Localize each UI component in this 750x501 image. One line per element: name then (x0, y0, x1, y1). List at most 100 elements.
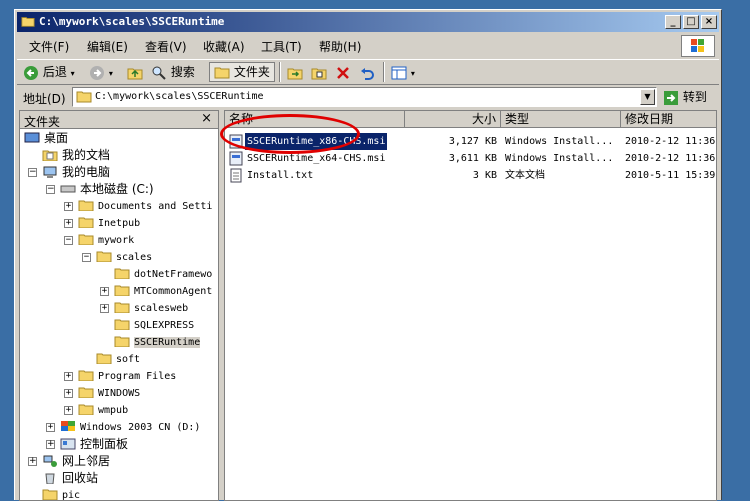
toolbar-separator (279, 62, 281, 82)
go-button[interactable]: 转到 (663, 88, 717, 106)
tree-item-drive-d[interactable]: + Windows 2003 CN (D:) (42, 419, 200, 436)
search-button[interactable]: 搜索 (151, 62, 195, 82)
search-icon (152, 66, 166, 80)
tree-item-recycle-bin[interactable]: 回收站 (42, 470, 98, 487)
file-date: 2010-2-12 11:36 (625, 136, 716, 147)
address-input[interactable]: C:\mywork\scales\SSCERuntime ▼ (72, 87, 657, 107)
collapse-toggle[interactable]: − (64, 236, 73, 245)
folder-icon (78, 217, 94, 228)
back-arrow-icon (24, 65, 38, 80)
close-button[interactable]: × (701, 15, 717, 29)
expand-toggle[interactable]: + (64, 372, 73, 381)
network-icon (43, 455, 57, 467)
folder-icon (78, 370, 94, 381)
file-row[interactable]: SSCERuntime_x64-CHS.msi 3,611 KB Windows… (225, 150, 716, 167)
tree-item-inetpub[interactable]: + Inetpub (60, 215, 140, 232)
tree-item-my-computer[interactable]: − 我的电脑 (24, 164, 110, 181)
tree-item-local-disk-c[interactable]: − 本地磁盘 (C:) (42, 181, 154, 198)
forward-button[interactable]: ▾ (89, 62, 113, 82)
folders-button[interactable]: 文件夹 (209, 62, 275, 82)
tree-item-windows[interactable]: + WINDOWS (60, 385, 140, 402)
file-row[interactable]: Install.txt 3 KB 文本文档 2010-5-11 15:39 (225, 167, 716, 184)
delete-button[interactable] (335, 62, 351, 82)
file-type: Windows Install... (505, 153, 614, 164)
file-name: SSCERuntime_x86-CHS.msi (245, 133, 388, 150)
maximize-button[interactable]: □ (683, 15, 699, 29)
address-dropdown-button[interactable]: ▼ (640, 89, 655, 105)
tree-item-network-places[interactable]: + 网上邻居 (24, 453, 110, 470)
expand-toggle[interactable]: + (28, 457, 37, 466)
expand-toggle[interactable]: + (64, 389, 73, 398)
tree-item-sscerruntime-selected[interactable]: SSCERuntime (114, 334, 201, 351)
collapse-toggle[interactable]: − (46, 185, 55, 194)
expand-toggle[interactable]: + (64, 406, 73, 415)
folder-icon (114, 268, 130, 279)
undo-icon (361, 67, 374, 80)
expand-toggle[interactable]: + (64, 202, 73, 211)
column-header-size[interactable]: 大小 (405, 111, 501, 128)
column-header-name[interactable]: 名称 (225, 111, 405, 128)
column-header-date[interactable]: 修改日期 (621, 111, 716, 128)
tree-item-scales[interactable]: − scales (78, 249, 152, 266)
menu-file[interactable]: 文件(F) (29, 38, 69, 55)
menu-favorites[interactable]: 收藏(A) (203, 38, 245, 55)
folder-icon (78, 234, 94, 245)
address-label: 地址(D) (23, 92, 66, 106)
go-label: 转到 (682, 90, 707, 104)
back-label: 后退 (42, 65, 67, 79)
control-panel-icon (60, 438, 76, 449)
expand-toggle[interactable]: + (46, 440, 55, 449)
tree-item-mtcommonagent[interactable]: + MTCommonAgent (96, 283, 212, 300)
tree-item-my-documents[interactable]: 我的文档 (42, 147, 110, 164)
menu-tools[interactable]: 工具(T) (261, 38, 302, 55)
copy-to-button[interactable] (311, 62, 327, 82)
folder-icon (114, 302, 130, 313)
file-size: 3,611 KB (448, 153, 497, 164)
column-header-type[interactable]: 类型 (501, 111, 621, 128)
expand-toggle[interactable]: + (46, 423, 55, 432)
folders-panel-title: 文件夹 (24, 115, 61, 129)
panel-close-button[interactable]: × (201, 111, 212, 126)
tree-item-dotnetframework[interactable]: dotNetFramewo (114, 266, 212, 283)
tree-item-soft[interactable]: soft (96, 351, 140, 368)
menu-view[interactable]: 查看(V) (145, 38, 187, 55)
go-arrow-icon (664, 90, 678, 105)
forward-arrow-icon (90, 65, 104, 80)
collapse-toggle[interactable]: − (82, 253, 91, 262)
tree-item-sqlexpress[interactable]: SQLEXPRESS (114, 317, 194, 334)
menu-edit[interactable]: 编辑(E) (87, 38, 128, 55)
views-button[interactable]: ▾ (391, 62, 415, 82)
tree-item-documents-and-settings[interactable]: + Documents and Setti (60, 198, 212, 215)
minimize-button[interactable]: _ (665, 15, 681, 29)
tree-item-mywork[interactable]: − mywork (60, 232, 134, 249)
expand-toggle[interactable]: + (100, 304, 109, 313)
up-folder-icon (127, 68, 143, 79)
window-title: C:\mywork\scales\SSCERuntime (39, 15, 225, 28)
folder-icon (76, 91, 92, 103)
tree-item-desktop[interactable]: 桌面 (24, 130, 68, 147)
tree-item-pic[interactable]: pic (42, 487, 80, 500)
msi-installer-icon (229, 151, 243, 166)
computer-icon (43, 166, 57, 178)
tree-item-scalesweb[interactable]: + scalesweb (96, 300, 188, 317)
undo-button[interactable] (359, 62, 375, 82)
folders-label: 文件夹 (233, 65, 270, 79)
title-bar[interactable]: C:\mywork\scales\SSCERuntime _ □ × (17, 12, 719, 32)
up-folder-button[interactable] (127, 62, 143, 82)
collapse-toggle[interactable]: − (28, 168, 37, 177)
tree-item-program-files[interactable]: + Program Files (60, 368, 176, 385)
expand-toggle[interactable]: + (100, 287, 109, 296)
move-to-button[interactable] (287, 62, 303, 82)
tree-item-control-panel[interactable]: + 控制面板 (42, 436, 128, 453)
menu-bar: 文件(F) 编辑(E) 查看(V) 收藏(A) 工具(T) 帮助(H) (17, 34, 719, 57)
tree-item-wmpub[interactable]: + wmpub (60, 402, 128, 419)
delete-x-icon (337, 66, 349, 79)
toolbar: 后退 ▾ ▾ 搜索 文件夹 ▾ (17, 59, 719, 85)
folders-panel: 文件夹 × 桌面 我的文档 − 我的电脑 − 本地磁盘 (C:) + Docum… (19, 110, 219, 501)
address-bar: 地址(D) C:\mywork\scales\SSCERuntime ▼ 转到 (17, 85, 719, 109)
move-to-icon (287, 68, 303, 79)
back-button[interactable]: 后退 ▾ (23, 62, 75, 82)
expand-toggle[interactable]: + (64, 219, 73, 228)
file-row[interactable]: SSCERuntime_x86-CHS.msi 3,127 KB Windows… (225, 133, 716, 150)
menu-help[interactable]: 帮助(H) (319, 38, 361, 55)
